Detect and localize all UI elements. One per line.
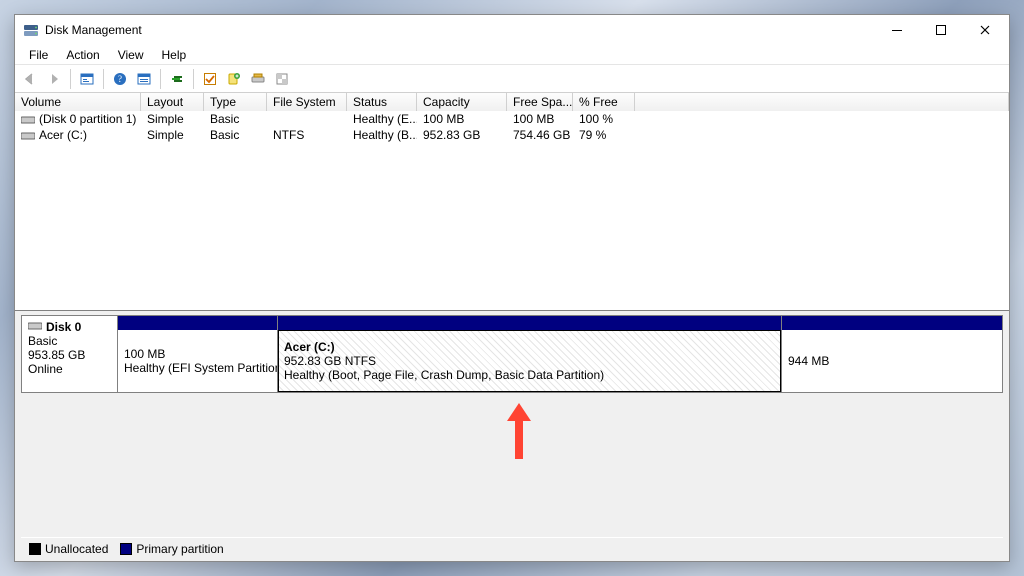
- col-blank: [635, 93, 1009, 111]
- volume-fs: NTFS: [267, 127, 347, 143]
- disk-partitions: 100 MB Healthy (EFI System Partition) Ac…: [117, 315, 1003, 393]
- partition-recovery[interactable]: 944 MB: [782, 316, 1002, 392]
- col-type[interactable]: Type: [204, 93, 267, 111]
- col-freespace[interactable]: Free Spa...: [507, 93, 573, 111]
- partition-bar: [782, 316, 1002, 330]
- legend-primary: Primary partition: [120, 542, 223, 556]
- volume-type: Basic: [204, 127, 267, 143]
- partition-status: Healthy (Boot, Page File, Crash Dump, Ba…: [284, 368, 775, 382]
- disk-header[interactable]: Disk 0 Basic 953.85 GB Online: [21, 315, 117, 393]
- back-icon[interactable]: [19, 68, 41, 90]
- partition-title: Acer (C:): [284, 340, 775, 354]
- col-volume[interactable]: Volume: [15, 93, 141, 111]
- partition-c[interactable]: Acer (C:) 952.83 GB NTFS Healthy (Boot, …: [278, 316, 782, 392]
- volume-layout: Simple: [141, 127, 204, 143]
- column-headers: Volume Layout Type File System Status Ca…: [15, 93, 1009, 111]
- menu-help[interactable]: Help: [154, 46, 195, 64]
- volume-cap: 952.83 GB: [417, 127, 507, 143]
- volume-pct: 79 %: [573, 127, 635, 143]
- swatch-unallocated-icon: [29, 543, 41, 555]
- volume-pct: 100 %: [573, 111, 635, 127]
- volume-name: (Disk 0 partition 1): [39, 112, 136, 126]
- partition-efi[interactable]: 100 MB Healthy (EFI System Partition): [118, 316, 278, 392]
- partition-size: 944 MB: [788, 354, 996, 368]
- refresh-icon[interactable]: [166, 68, 188, 90]
- partition-bar: [278, 316, 781, 330]
- volume-free: 754.46 GB: [507, 127, 573, 143]
- disk-type: Basic: [28, 334, 111, 348]
- format-icon[interactable]: [247, 68, 269, 90]
- settings-icon[interactable]: [133, 68, 155, 90]
- disk-management-window: Disk Management File Action View Help ?: [14, 14, 1010, 562]
- menu-file[interactable]: File: [21, 46, 56, 64]
- volume-status: Healthy (B...: [347, 127, 417, 143]
- disk-icon: [28, 320, 42, 334]
- partition-size: 100 MB: [124, 347, 271, 361]
- toolbar: ?: [15, 65, 1009, 93]
- svg-text:?: ?: [118, 74, 122, 84]
- graphical-view: Disk 0 Basic 953.85 GB Online 100 MB Hea…: [15, 311, 1009, 561]
- volume-free: 100 MB: [507, 111, 573, 127]
- swatch-primary-icon: [120, 543, 132, 555]
- volume-list: Volume Layout Type File System Status Ca…: [15, 93, 1009, 311]
- toolbar-separator: [160, 69, 161, 89]
- disk-name: Disk 0: [46, 320, 81, 334]
- legend: Unallocated Primary partition: [21, 537, 1003, 559]
- help-icon[interactable]: ?: [109, 68, 131, 90]
- volume-fs: [267, 111, 347, 127]
- app-icon: [23, 22, 39, 38]
- properties-icon[interactable]: [271, 68, 293, 90]
- maximize-button[interactable]: [919, 16, 963, 44]
- toolbar-separator: [103, 69, 104, 89]
- toolbar-separator: [193, 69, 194, 89]
- volume-name: Acer (C:): [39, 128, 87, 142]
- col-capacity[interactable]: Capacity: [417, 93, 507, 111]
- menubar: File Action View Help: [15, 45, 1009, 65]
- col-percent[interactable]: % Free: [573, 93, 635, 111]
- minimize-button[interactable]: [875, 16, 919, 44]
- volume-layout: Simple: [141, 111, 204, 127]
- disk-status: Online: [28, 362, 111, 376]
- titlebar: Disk Management: [15, 15, 1009, 45]
- col-status[interactable]: Status: [347, 93, 417, 111]
- close-button[interactable]: [963, 16, 1007, 44]
- partition-bar: [118, 316, 277, 330]
- new-volume-icon[interactable]: [223, 68, 245, 90]
- window-title: Disk Management: [45, 23, 142, 37]
- forward-icon[interactable]: [43, 68, 65, 90]
- menu-view[interactable]: View: [110, 46, 152, 64]
- legend-unallocated: Unallocated: [29, 542, 108, 556]
- partition-size: 952.83 GB NTFS: [284, 354, 775, 368]
- volume-icon: [21, 130, 35, 140]
- partition-status: Healthy (EFI System Partition): [124, 361, 271, 375]
- disk-row: Disk 0 Basic 953.85 GB Online 100 MB Hea…: [21, 315, 1003, 393]
- volume-row[interactable]: Acer (C:) Simple Basic NTFS Healthy (B..…: [15, 127, 1009, 143]
- volume-cap: 100 MB: [417, 111, 507, 127]
- volume-type: Basic: [204, 111, 267, 127]
- show-hide-tree-icon[interactable]: [76, 68, 98, 90]
- menu-action[interactable]: Action: [58, 46, 107, 64]
- col-filesystem[interactable]: File System: [267, 93, 347, 111]
- volume-row[interactable]: (Disk 0 partition 1) Simple Basic Health…: [15, 111, 1009, 127]
- volume-icon: [21, 114, 35, 124]
- col-layout[interactable]: Layout: [141, 93, 204, 111]
- disk-size: 953.85 GB: [28, 348, 111, 362]
- toolbar-separator: [70, 69, 71, 89]
- check-icon[interactable]: [199, 68, 221, 90]
- volume-status: Healthy (E...: [347, 111, 417, 127]
